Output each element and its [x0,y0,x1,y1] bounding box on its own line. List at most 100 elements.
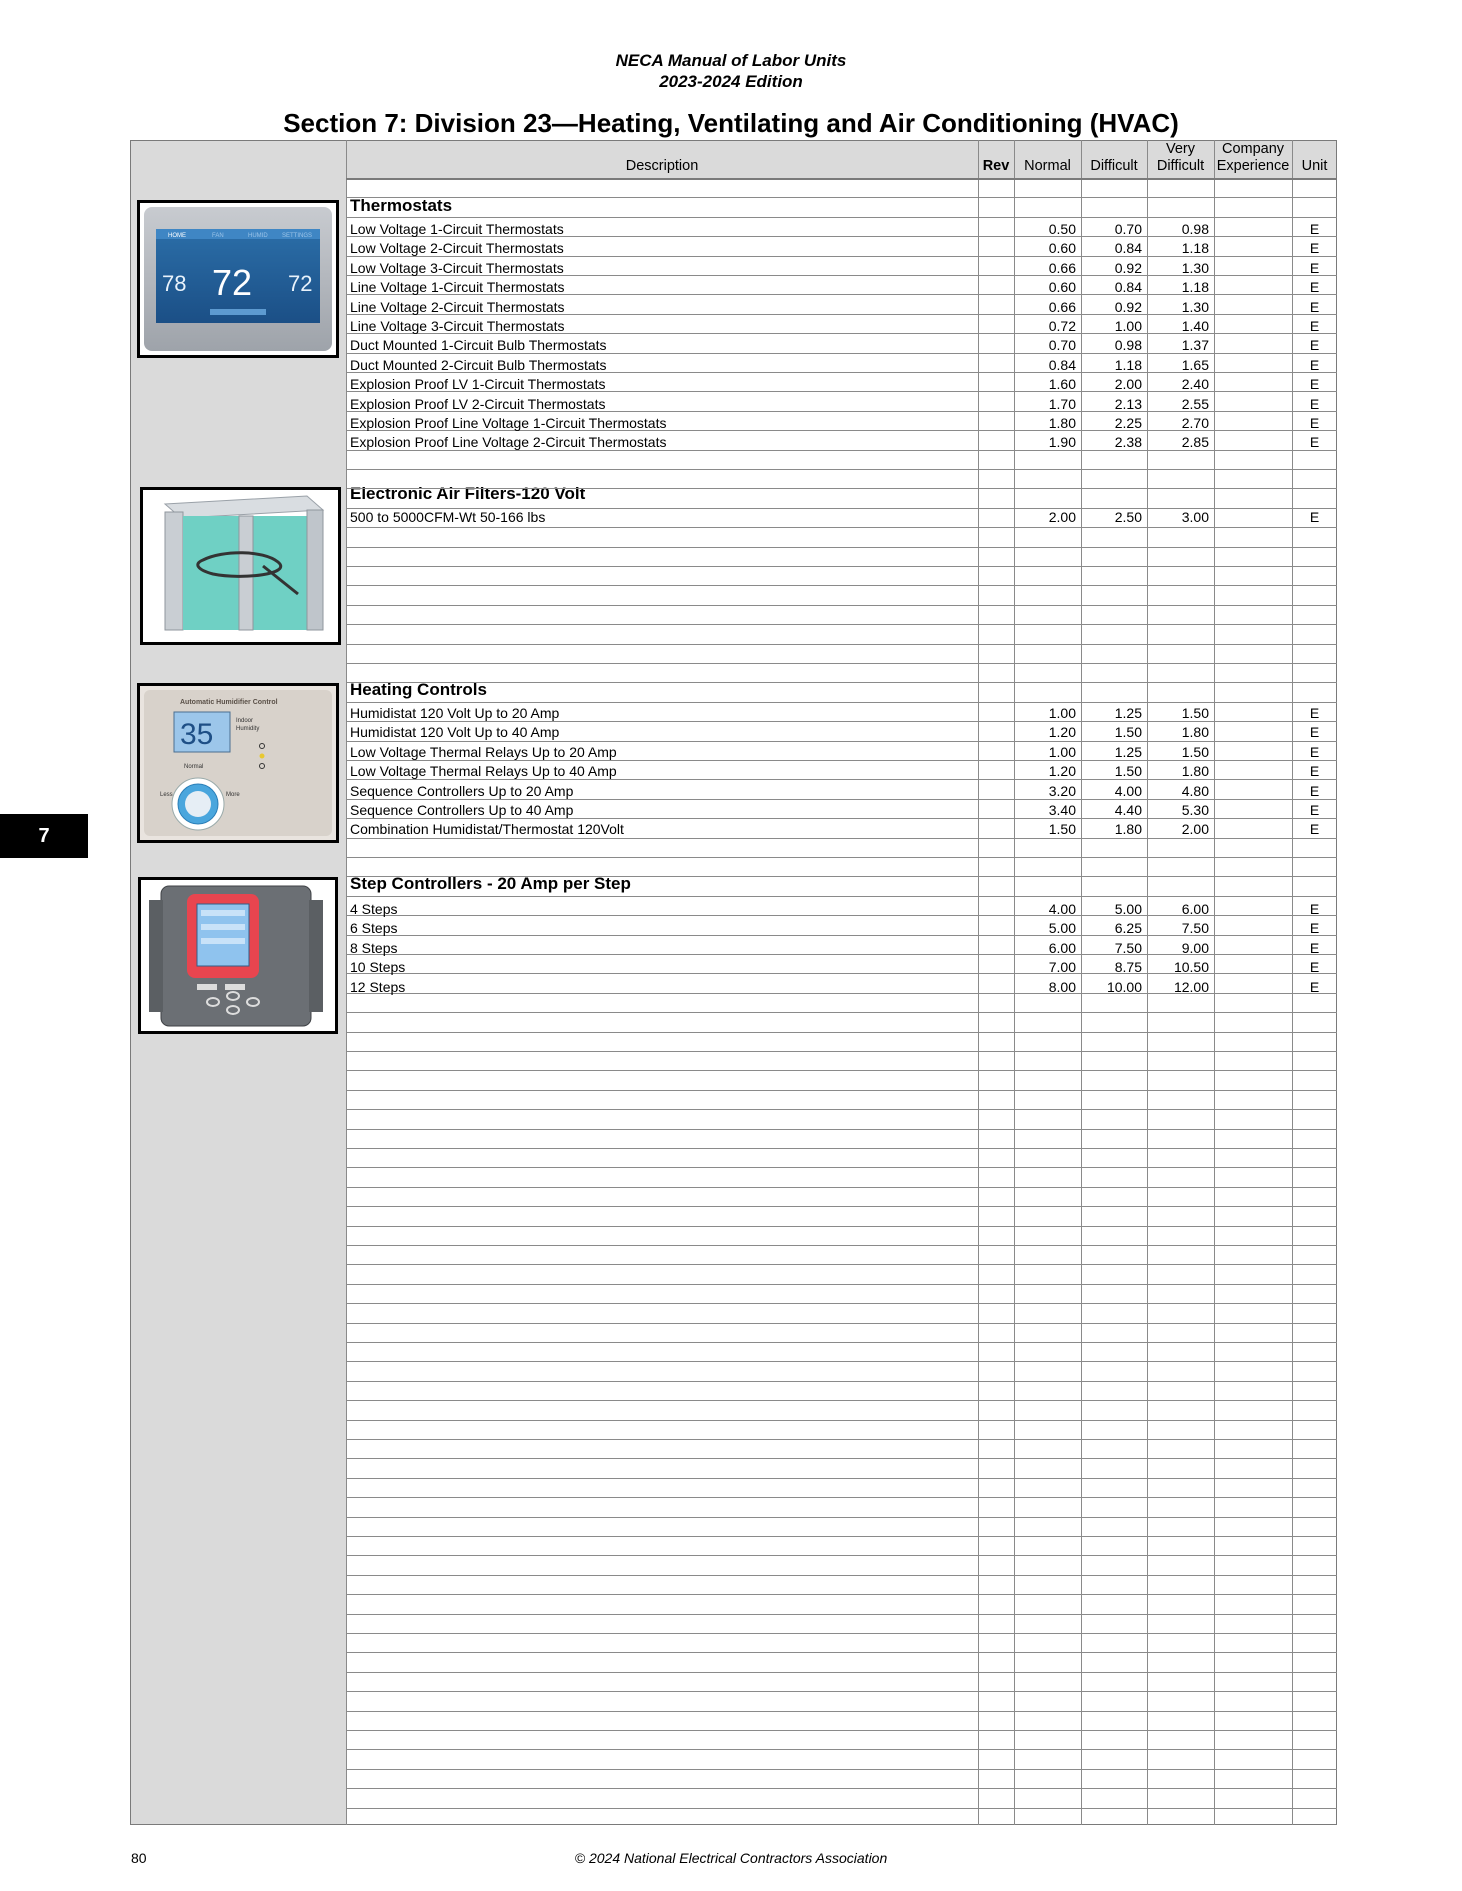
row-divider [346,178,1337,180]
item-description: Duct Mounted 1-Circuit Bulb Thermostats [350,337,607,353]
row-divider [346,1323,1337,1324]
item-unit: E [1309,821,1320,837]
svg-text:35: 35 [180,718,213,751]
row-divider [346,547,1337,548]
row-divider [346,1012,1337,1013]
row-divider [346,197,1337,198]
item-very-difficult: 1.65 [1181,357,1209,373]
item-difficult: 2.38 [1114,434,1142,450]
item-description: Low Voltage 3-Circuit Thermostats [350,260,564,276]
item-unit: E [1309,279,1320,295]
item-unit: E [1309,415,1320,431]
column-divider [346,140,347,1825]
item-normal: 1.00 [1048,744,1076,760]
item-unit: E [1309,959,1320,975]
row-divider [346,605,1337,606]
svg-text:78: 78 [162,271,186,296]
item-difficult: 4.40 [1114,802,1142,818]
item-very-difficult: 12.00 [1173,979,1209,995]
manual-title: NECA Manual of Labor Units [615,51,847,70]
row-divider [346,1769,1337,1770]
item-very-difficult: 3.00 [1181,509,1209,525]
svg-text:FAN: FAN [212,233,224,239]
row-divider [346,1633,1337,1634]
item-difficult: 10.00 [1106,979,1142,995]
item-difficult: 0.92 [1114,260,1142,276]
item-very-difficult: 1.18 [1181,240,1209,256]
row-divider [346,1439,1337,1440]
item-unit: E [1309,744,1320,760]
row-divider [346,1614,1337,1615]
item-very-difficult: 2.00 [1181,821,1209,837]
item-difficult: 0.92 [1114,299,1142,315]
row-divider [346,1458,1337,1459]
item-unit: E [1309,724,1320,740]
item-description: 500 to 5000CFM-Wt 50-166 lbs [350,509,546,525]
row-divider [346,488,1337,489]
item-normal: 0.50 [1048,221,1076,237]
item-description: Low Voltage Thermal Relays Up to 20 Amp [350,744,617,760]
col-rev: Rev [982,158,1010,174]
item-normal: 0.66 [1048,260,1076,276]
item-unit: E [1309,299,1320,315]
item-description: 6 Steps [350,920,398,936]
item-normal: 8.00 [1048,979,1076,995]
item-unit: E [1309,318,1320,334]
item-description: Sequence Controllers Up to 40 Amp [350,802,574,818]
item-difficult: 1.50 [1114,724,1142,740]
row-divider [346,896,1337,897]
col-company-line2: Experience [1216,158,1290,174]
item-description: Explosion Proof Line Voltage 2-Circuit T… [350,434,667,450]
item-normal: 1.70 [1048,396,1076,412]
item-very-difficult: 2.40 [1181,376,1209,392]
item-normal: 3.40 [1048,802,1076,818]
item-normal: 1.50 [1048,821,1076,837]
svg-text:Less: Less [160,792,173,798]
item-difficult: 2.00 [1114,376,1142,392]
col-very-difficult-line2: Difficult [1156,158,1205,174]
col-very-difficult-line1: Very [1165,141,1195,157]
row-divider [346,1536,1337,1537]
item-description: Explosion Proof Line Voltage 1-Circuit T… [350,415,667,431]
item-difficult: 1.25 [1114,705,1142,721]
row-divider [346,1478,1337,1479]
item-description: Explosion Proof LV 2-Circuit Thermostats [350,396,606,412]
item-unit: E [1309,240,1320,256]
col-company-line1: Company [1221,141,1285,157]
row-divider [346,624,1337,625]
column-divider [1214,140,1215,1825]
item-normal: 0.66 [1048,299,1076,315]
row-divider [346,1226,1337,1227]
copyright: © 2024 National Electrical Contractors A… [574,1850,888,1866]
item-difficult: 0.84 [1114,240,1142,256]
item-difficult: 7.50 [1114,940,1142,956]
item-very-difficult: 2.55 [1181,396,1209,412]
item-normal: 4.00 [1048,901,1076,917]
col-difficult: Difficult [1090,158,1138,174]
row-divider [346,682,1337,683]
item-normal: 3.20 [1048,783,1076,799]
section-tab: 7 [0,814,88,858]
svg-text:Normal: Normal [184,764,203,770]
row-divider [346,1594,1337,1595]
item-description: Line Voltage 2-Circuit Thermostats [350,299,565,315]
row-divider [346,1051,1337,1052]
row-divider [346,1497,1337,1498]
item-normal: 1.20 [1048,724,1076,740]
item-difficult: 1.80 [1114,821,1142,837]
item-normal: 0.60 [1048,279,1076,295]
item-unit: E [1309,979,1320,995]
svg-text:HUMID: HUMID [248,233,268,239]
item-unit: E [1309,337,1320,353]
item-normal: 1.80 [1048,415,1076,431]
thermostat-image: HOME FAN HUMID SETTINGS 78 72 72 [137,200,339,358]
item-description: Humidistat 120 Volt Up to 20 Amp [350,705,560,721]
row-divider [346,1749,1337,1750]
row-divider [346,1109,1337,1110]
section-title-air-filters: Electronic Air Filters-120 Volt [350,484,586,503]
item-description: Explosion Proof LV 1-Circuit Thermostats [350,376,606,392]
row-divider [346,1691,1337,1692]
row-divider [346,1420,1337,1421]
row-divider [346,876,1337,877]
row-divider [346,644,1337,645]
